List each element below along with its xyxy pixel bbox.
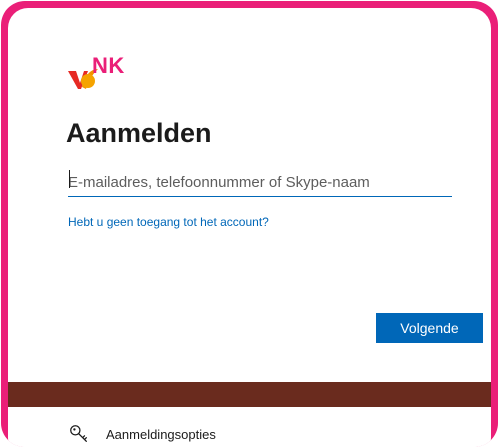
logo-text: NK xyxy=(92,53,125,78)
next-button[interactable]: Volgende xyxy=(376,313,483,343)
signin-card: NK Aanmelden Hebt u geen toegang tot het… xyxy=(8,8,491,447)
no-access-link[interactable]: Hebt u geen toegang tot het account? xyxy=(68,215,269,229)
email-field[interactable] xyxy=(68,169,452,197)
page-title: Aanmelden xyxy=(66,118,212,148)
footer-band xyxy=(8,382,491,407)
text-cursor xyxy=(69,170,70,188)
signin-options-button[interactable]: Aanmeldingsopties xyxy=(68,422,216,446)
signin-options-label: Aanmeldingsopties xyxy=(106,426,216,442)
pink-frame: NK Aanmelden Hebt u geen toegang tot het… xyxy=(1,1,498,447)
key-icon xyxy=(70,425,87,442)
